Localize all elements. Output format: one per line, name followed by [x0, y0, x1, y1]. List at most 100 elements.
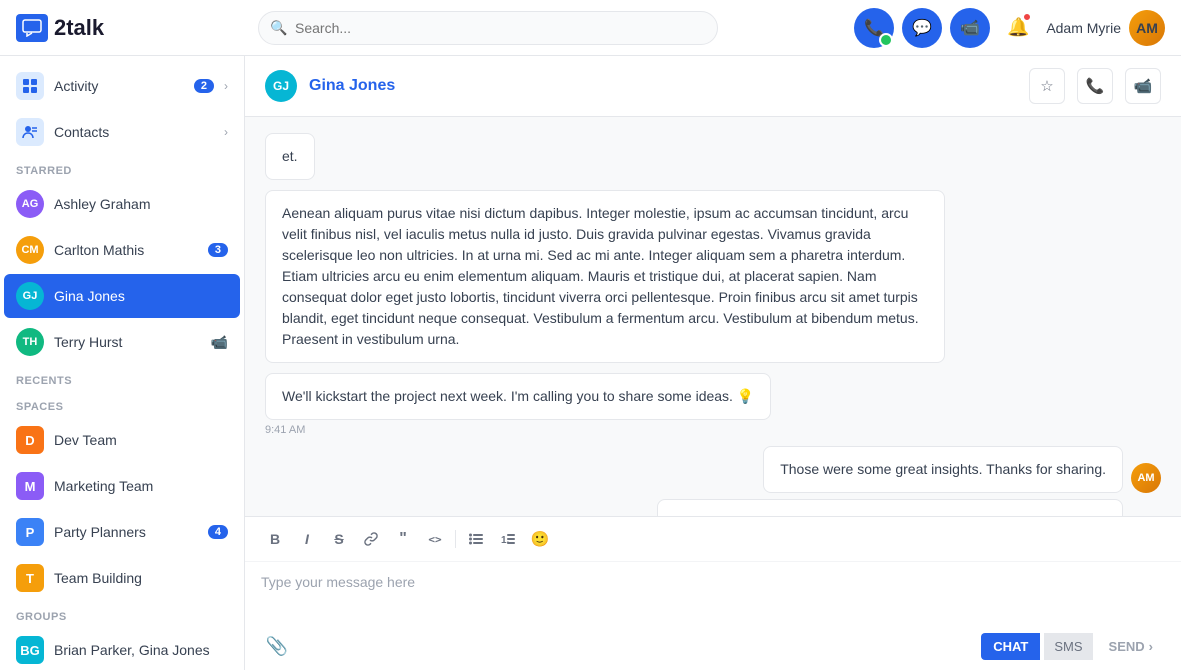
avatar-terry: TH [16, 328, 44, 356]
search-icon: 🔍 [270, 19, 287, 36]
compose-area: B I S " <> 1. 🙂 Type your message here [245, 516, 1181, 670]
sent-row-5: Let's review plans tomorrow morning so w… [657, 499, 1161, 516]
user-name: Adam Myrie [1046, 20, 1121, 36]
tab-chat-button[interactable]: CHAT [981, 633, 1040, 660]
attach-button[interactable]: 📎 [261, 630, 293, 662]
chat-header: GJ Gina Jones ☆ 📞 📹 [245, 56, 1181, 117]
toolbar-separator-1 [455, 530, 456, 548]
message-sent-4: Those were some great insights. Thanks f… [763, 446, 1123, 493]
activity-badge: 2 [194, 79, 214, 93]
avatar: AM [1129, 10, 1165, 46]
sent-row-4: Those were some great insights. Thanks f… [763, 446, 1161, 493]
starred-section-title: Starred [0, 155, 244, 181]
activity-chevron: › [224, 79, 228, 93]
contacts-label: Contacts [54, 124, 214, 140]
sidebar-item-contacts[interactable]: Contacts › [4, 110, 240, 154]
carlton-badge: 3 [208, 243, 228, 257]
code-button[interactable]: <> [421, 525, 449, 553]
sent-avatar-4: AM [1131, 463, 1161, 493]
activity-label: Activity [54, 78, 184, 94]
link-button[interactable] [357, 525, 385, 553]
message-placeholder: Type your message here [261, 574, 415, 590]
ashley-label: Ashley Graham [54, 196, 228, 212]
sidebar-item-carlton-mathis[interactable]: CM Carlton Mathis 3 [4, 228, 240, 272]
message-received-3-container: We'll kickstart the project next week. I… [265, 373, 771, 436]
party-badge: 4 [208, 525, 228, 539]
message-input[interactable]: Type your message here [245, 562, 1181, 622]
carlton-label: Carlton Mathis [54, 242, 198, 258]
send-icon: › [1149, 639, 1153, 654]
sidebar-item-ashley-graham[interactable]: AG Ashley Graham [4, 182, 240, 226]
video-button[interactable]: 📹 [950, 8, 990, 48]
phone-button[interactable]: 📞 [854, 8, 894, 48]
icon-team: T [16, 564, 44, 592]
chat-phone-button[interactable]: 📞 [1077, 68, 1113, 104]
header: 2talk 🔍 📞 💬 📹 🔔 Adam Myrie AM [0, 0, 1181, 56]
spaces-section-title: Spaces [0, 391, 244, 417]
terry-label: Terry Hurst [54, 334, 201, 350]
avatar-carlton: CM [16, 236, 44, 264]
star-button[interactable]: ☆ [1029, 68, 1065, 104]
message-received-3: We'll kickstart the project next week. I… [265, 373, 771, 420]
bold-button[interactable]: B [261, 525, 289, 553]
sidebar-item-gina-jones[interactable]: GJ Gina Jones [4, 274, 240, 318]
sidebar: Activity 2 › Contacts › Starred AG Ashle… [0, 56, 245, 670]
sidebar-item-marketing-team[interactable]: M Marketing Team [4, 464, 240, 508]
avatar-ashley: AG [16, 190, 44, 218]
emoji-button[interactable]: 🙂 [526, 525, 554, 553]
search-bar: 🔍 [258, 11, 718, 45]
contacts-chevron: › [224, 125, 228, 139]
chat-area: GJ Gina Jones ☆ 📞 📹 et. Aenean aliquam p… [245, 56, 1181, 670]
contacts-icon [16, 118, 44, 146]
compose-footer: 📎 CHAT SMS SEND › [245, 622, 1181, 670]
quote-button[interactable]: " [389, 525, 417, 553]
message-received-1: et. [265, 133, 315, 180]
chat-video-button[interactable]: 📹 [1125, 68, 1161, 104]
send-controls: CHAT SMS SEND › [981, 633, 1165, 660]
tab-sms-button[interactable]: SMS [1044, 633, 1092, 660]
search-input[interactable] [258, 11, 718, 45]
sidebar-item-group1[interactable]: BG Brian Parker, Gina Jones [4, 628, 240, 670]
message-received-2: Aenean aliquam purus vitae nisi dictum d… [265, 190, 945, 363]
send-button[interactable]: SEND › [1097, 633, 1165, 660]
sidebar-item-team-building[interactable]: T Team Building [4, 556, 240, 600]
party-label: Party Planners [54, 524, 198, 540]
numbered-list-button[interactable]: 1. [494, 525, 522, 553]
sidebar-item-activity[interactable]: Activity 2 › [4, 64, 240, 108]
group1-label: Brian Parker, Gina Jones [54, 642, 228, 658]
chat-button[interactable]: 💬 [902, 8, 942, 48]
gina-label: Gina Jones [54, 288, 228, 304]
icon-marketing: M [16, 472, 44, 500]
recents-section-title: Recents [0, 365, 244, 391]
icon-party: P [16, 518, 44, 546]
chat-contact-name: Gina Jones [309, 77, 1017, 95]
header-actions: 📞 💬 📹 🔔 Adam Myrie AM [854, 8, 1165, 48]
icon-group1: BG [16, 636, 44, 664]
sidebar-item-dev-team[interactable]: D Dev Team [4, 418, 240, 462]
team-label: Team Building [54, 570, 228, 586]
sidebar-item-party-planners[interactable]: P Party Planners 4 [4, 510, 240, 554]
strikethrough-button[interactable]: S [325, 525, 353, 553]
bullet-list-button[interactable] [462, 525, 490, 553]
message-sent-5: Let's review plans tomorrow morning so w… [657, 499, 1123, 516]
activity-icon [16, 72, 44, 100]
logo-icon [16, 14, 48, 42]
notification-button[interactable]: 🔔 [998, 8, 1038, 48]
sent-messages-container: Those were some great insights. Thanks f… [657, 446, 1161, 516]
message-time-3: 9:41 AM [265, 424, 771, 436]
notification-dot [1022, 12, 1032, 22]
toolbar: B I S " <> 1. 🙂 [245, 517, 1181, 562]
sidebar-item-terry-hurst[interactable]: TH Terry Hurst 📹 [4, 320, 240, 364]
user-info[interactable]: Adam Myrie AM [1046, 10, 1165, 46]
chat-contact-avatar: GJ [265, 70, 297, 102]
main-layout: Activity 2 › Contacts › Starred AG Ashle… [0, 56, 1181, 670]
icon-dev-team: D [16, 426, 44, 454]
groups-section-title: Groups [0, 601, 244, 627]
messages-area: et. Aenean aliquam purus vitae nisi dict… [245, 117, 1181, 516]
marketing-label: Marketing Team [54, 478, 228, 494]
video-icon-terry: 📹 [211, 334, 228, 351]
avatar-gina: GJ [16, 282, 44, 310]
italic-button[interactable]: I [293, 525, 321, 553]
dev-team-label: Dev Team [54, 432, 228, 448]
logo: 2talk [16, 14, 246, 42]
